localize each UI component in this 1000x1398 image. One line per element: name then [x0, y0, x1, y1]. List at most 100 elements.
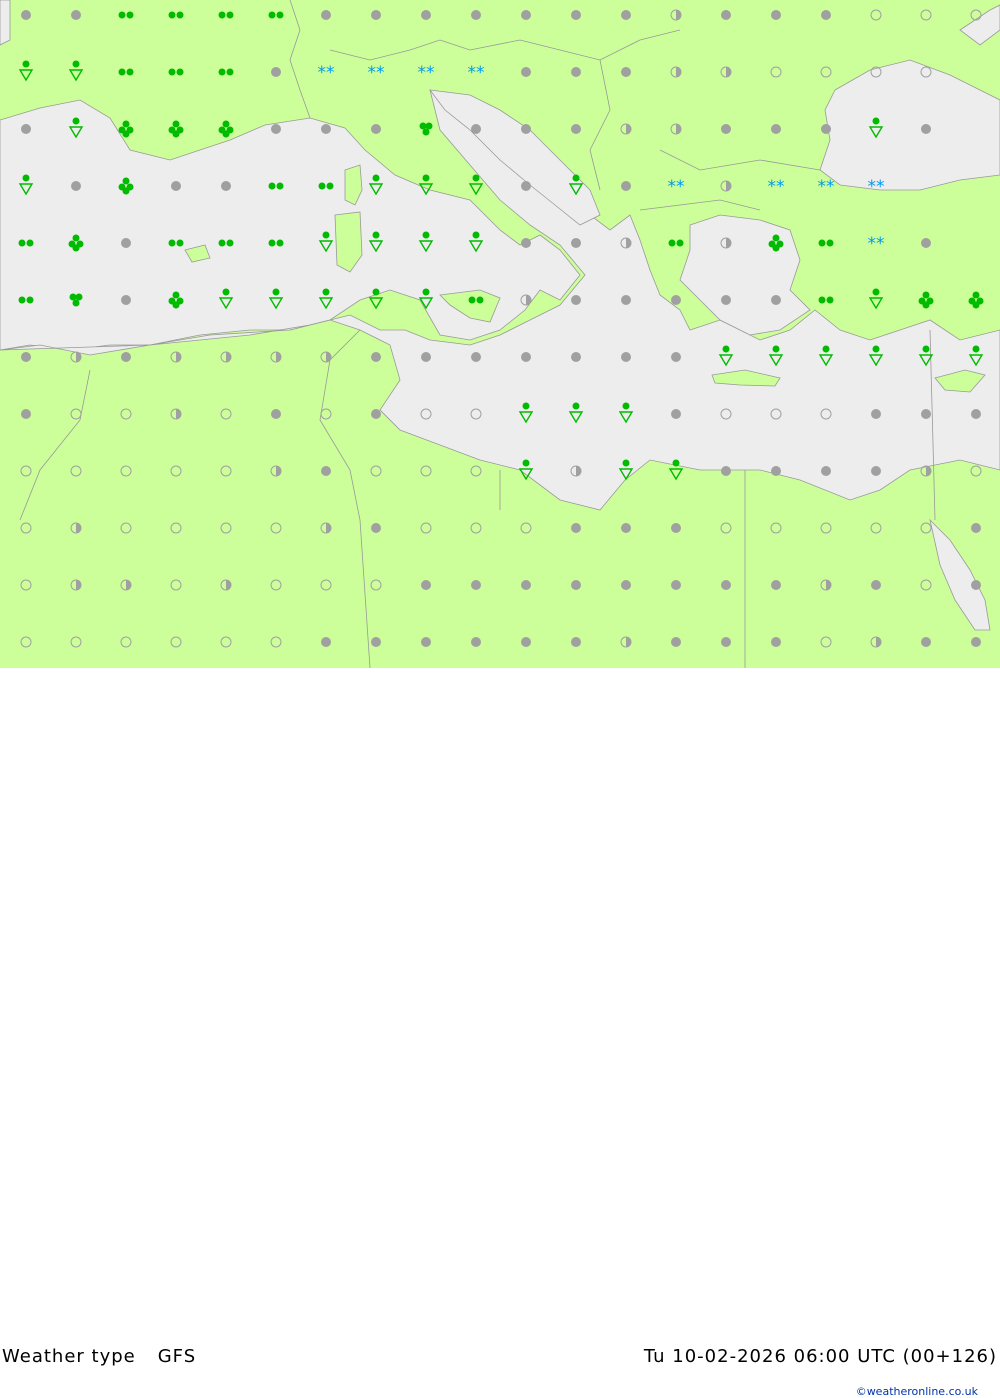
symbol-clear — [170, 522, 182, 534]
credit-link[interactable]: ©weatheronline.co.uk — [856, 1385, 978, 1398]
sea-areas — [0, 0, 1000, 631]
symbol-drizzle — [118, 68, 134, 76]
symbol-overcast — [771, 637, 781, 647]
symbol-overcast — [621, 523, 631, 533]
symbol-clear — [970, 465, 982, 477]
symbol-partly-cloudy — [120, 579, 132, 591]
map-footer: Weather type GFS Tu 10-02-2026 06:00 UTC … — [0, 668, 1000, 1398]
symbol-partly-cloudy — [670, 66, 682, 78]
symbol-overcast — [421, 352, 431, 362]
symbol-partly-cloudy — [220, 579, 232, 591]
symbol-overcast — [521, 580, 531, 590]
symbol-clear — [70, 465, 82, 477]
symbol-clear — [420, 522, 432, 534]
symbol-clear — [820, 522, 832, 534]
symbol-heavy-rain — [168, 120, 184, 138]
symbol-overcast — [521, 181, 531, 191]
symbol-clear — [270, 522, 282, 534]
symbol-overcast — [671, 295, 681, 305]
symbol-clear — [920, 522, 932, 534]
svg-text:**: ** — [818, 177, 835, 197]
symbol-overcast — [521, 637, 531, 647]
sea-black — [819, 59, 1000, 191]
symbol-overcast — [971, 523, 981, 533]
symbol-heavy-rain — [218, 120, 234, 138]
symbol-overcast — [571, 10, 581, 20]
symbol-overcast — [621, 352, 631, 362]
symbol-clear — [270, 636, 282, 648]
symbol-overcast — [171, 181, 181, 191]
symbol-overcast — [821, 10, 831, 20]
symbol-clear — [220, 522, 232, 534]
symbol-overcast — [121, 352, 131, 362]
symbol-overcast — [21, 10, 31, 20]
symbol-overcast — [621, 67, 631, 77]
symbol-partly-cloudy — [620, 123, 632, 135]
symbol-clear — [970, 9, 982, 21]
sea-atlantic-edge — [0, 0, 11, 46]
symbol-partly-cloudy — [270, 351, 282, 363]
symbol-partly-cloudy — [670, 9, 682, 21]
symbol-clear — [120, 408, 132, 420]
product-label: Weather type — [2, 1346, 136, 1367]
symbol-overcast — [821, 466, 831, 476]
symbol-overcast — [771, 10, 781, 20]
symbol-drizzle — [818, 239, 834, 247]
symbol-overcast — [271, 67, 281, 77]
symbol-clear — [20, 522, 32, 534]
symbol-overcast — [871, 466, 881, 476]
symbol-clear — [170, 579, 182, 591]
symbol-overcast — [321, 466, 331, 476]
symbol-overcast — [721, 10, 731, 20]
symbol-overcast — [21, 352, 31, 362]
symbol-overcast — [571, 67, 581, 77]
symbol-overcast — [671, 409, 681, 419]
symbol-overcast — [571, 580, 581, 590]
symbol-snow: ** — [418, 63, 435, 83]
symbol-clear — [20, 465, 32, 477]
symbol-clear — [870, 522, 882, 534]
border-2 — [329, 29, 681, 61]
symbol-overcast — [471, 580, 481, 590]
border-5 — [639, 199, 761, 211]
symbol-overcast — [571, 124, 581, 134]
symbol-partly-cloudy — [270, 465, 282, 477]
symbol-partly-cloudy — [870, 636, 882, 648]
symbol-rain — [419, 122, 433, 136]
symbol-partly-cloudy — [670, 123, 682, 135]
symbol-partly-cloudy — [620, 636, 632, 648]
symbol-overcast — [371, 409, 381, 419]
symbol-overcast — [971, 637, 981, 647]
symbol-partly-cloudy — [820, 579, 832, 591]
symbol-clear — [520, 522, 532, 534]
symbol-partly-cloudy — [320, 522, 332, 534]
symbol-partly-cloudy — [70, 579, 82, 591]
svg-text:**: ** — [668, 177, 685, 197]
symbol-overcast — [771, 124, 781, 134]
symbol-drizzle — [168, 11, 184, 19]
symbol-overcast — [771, 295, 781, 305]
valid-time: Tu 10-02-2026 06:00 UTC (00+126) — [643, 1346, 997, 1367]
symbol-overcast — [621, 295, 631, 305]
symbol-clear — [320, 579, 332, 591]
symbol-overcast — [721, 124, 731, 134]
symbol-overcast — [271, 124, 281, 134]
symbol-partly-cloudy — [170, 408, 182, 420]
symbol-clear — [220, 465, 232, 477]
symbol-overcast — [721, 295, 731, 305]
border-1 — [289, 0, 311, 119]
map-canvas: ** ** ** ** ** ** ** ** ** — [0, 0, 1000, 668]
svg-text:**: ** — [318, 63, 335, 83]
symbol-overcast — [71, 181, 81, 191]
symbol-overcast — [571, 295, 581, 305]
symbol-clear — [270, 579, 282, 591]
symbol-overcast — [521, 124, 531, 134]
symbol-drizzle — [218, 68, 234, 76]
symbol-overcast — [121, 295, 131, 305]
symbol-partly-cloudy — [70, 351, 82, 363]
symbol-drizzle — [268, 11, 284, 19]
symbol-overcast — [471, 637, 481, 647]
symbol-clear — [370, 579, 382, 591]
symbol-overcast — [721, 466, 731, 476]
symbol-overcast — [971, 580, 981, 590]
